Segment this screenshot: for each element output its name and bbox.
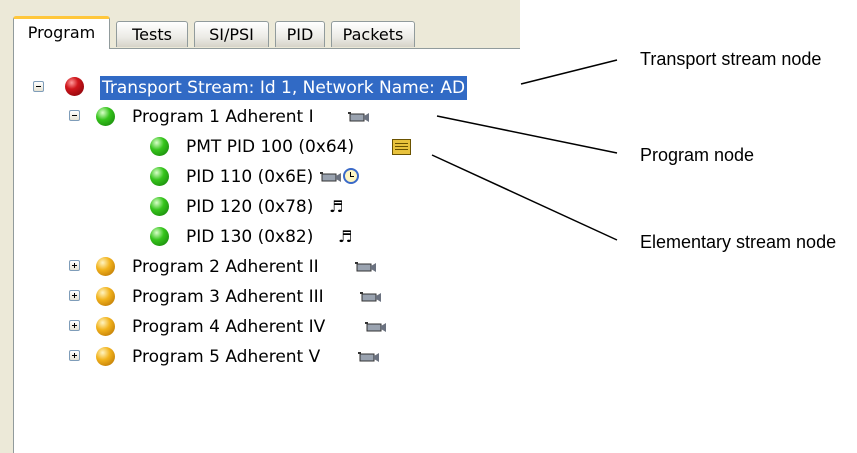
tab-program[interactable]: Program xyxy=(13,16,110,49)
callout-line-elementary xyxy=(431,154,618,241)
callout-transport-stream-node: Transport stream node xyxy=(640,49,822,69)
callout-elementary-stream-node: Elementary stream node xyxy=(640,232,837,252)
callout-line-program xyxy=(436,115,618,154)
callout-line-transport xyxy=(520,59,618,85)
callout-program-node: Program node xyxy=(640,145,755,165)
